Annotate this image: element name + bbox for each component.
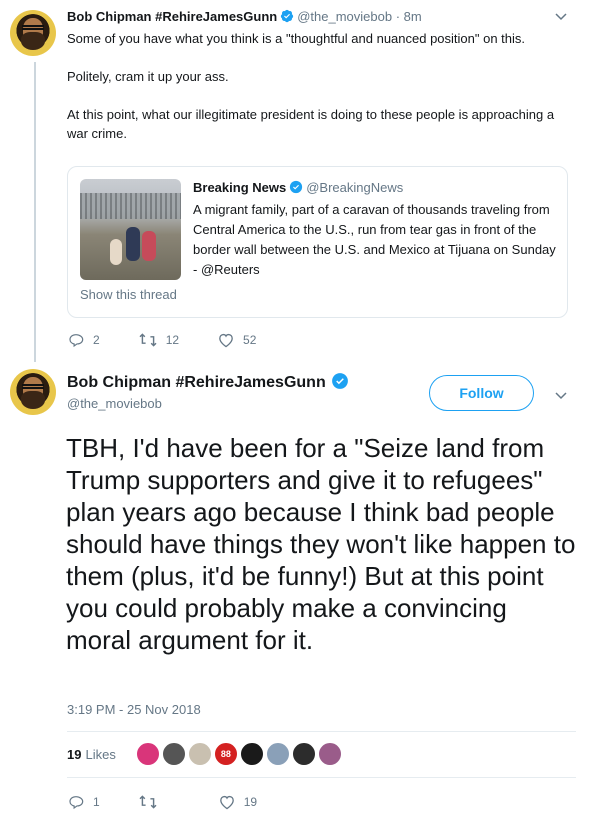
verified-badge-icon	[331, 373, 348, 389]
divider	[67, 731, 576, 732]
author-name[interactable]: Bob Chipman #RehireJamesGunn	[67, 374, 326, 391]
liker-avatar[interactable]	[239, 742, 264, 766]
verified-badge-icon	[281, 9, 294, 23]
author-name-row: Bob Chipman #RehireJamesGunn	[67, 372, 352, 392]
reply-button[interactable]: 2	[67, 332, 100, 348]
retweet-icon	[139, 795, 157, 809]
chevron-down-icon[interactable]	[555, 10, 567, 24]
quoted-tweet-text: A migrant family, part of a caravan of t…	[193, 202, 556, 277]
author-handle[interactable]: @the_moviebob	[297, 9, 392, 24]
chevron-down-icon[interactable]	[555, 389, 567, 403]
likes-label[interactable]: Likes	[85, 747, 115, 762]
reply-icon	[69, 796, 84, 810]
like-icon	[219, 333, 233, 348]
quoted-tweet-image[interactable]	[80, 179, 181, 280]
like-button[interactable]: 19	[218, 794, 257, 810]
liker-avatar[interactable]: 88	[213, 742, 238, 766]
thread-line	[34, 62, 36, 362]
reply-icon	[69, 334, 84, 348]
like-button[interactable]: 52	[217, 332, 256, 348]
quoted-author: Breaking News @BreakingNews	[193, 180, 403, 195]
show-thread-link[interactable]: Show this thread	[80, 287, 177, 302]
avatar[interactable]	[10, 369, 56, 415]
reply-count: 1	[93, 795, 100, 809]
liker-avatar[interactable]	[317, 742, 342, 766]
liker-avatar[interactable]	[265, 742, 290, 766]
liker-avatar[interactable]	[135, 742, 160, 766]
liker-avatar[interactable]	[161, 742, 186, 766]
quoted-author-handle[interactable]: @BreakingNews	[306, 180, 403, 195]
avatar[interactable]	[10, 10, 56, 56]
tweet-text: Some of you have what you think is a "th…	[67, 29, 567, 162]
like-count: 19	[243, 795, 258, 809]
author-name[interactable]: Bob Chipman #RehireJamesGunn	[67, 9, 277, 24]
like-icon	[219, 795, 234, 810]
tweet-paragraph: Politely, cram it up your ass.	[67, 69, 229, 84]
retweet-icon	[139, 333, 157, 347]
follow-button[interactable]: Follow	[429, 375, 534, 411]
reply-count: 2	[93, 333, 100, 347]
quoted-tweet[interactable]: Breaking News @BreakingNews A migrant fam…	[67, 166, 568, 318]
tweet-timestamp[interactable]: 3:19 PM - 25 Nov 2018	[67, 702, 201, 717]
quoted-author-name[interactable]: Breaking News	[193, 180, 286, 195]
liker-avatar[interactable]	[291, 742, 316, 766]
liker-avatars: 88	[135, 742, 344, 766]
likes-count[interactable]: 19	[67, 747, 81, 762]
tweet-paragraph: Some of you have what you think is a "th…	[67, 31, 526, 46]
liker-avatar[interactable]	[187, 742, 212, 766]
divider	[67, 777, 576, 778]
tweet-actions: 2 12 52	[67, 332, 294, 348]
tweet-paragraph: At this point, what our illegitimate pre…	[67, 107, 555, 141]
reply-button[interactable]: 1	[67, 794, 100, 810]
author-handle[interactable]: @the_moviebob	[67, 396, 162, 411]
tweet-actions: 1 19	[67, 794, 295, 810]
retweet-count: 12	[165, 333, 180, 347]
verified-badge-icon	[290, 180, 303, 194]
like-count: 52	[243, 333, 257, 347]
retweet-button[interactable]: 12	[138, 332, 179, 348]
retweet-button[interactable]	[138, 794, 166, 810]
tweet-text: TBH, I'd have been for a "Seize land fro…	[66, 433, 576, 655]
likes-row: 19 Likes 88	[67, 742, 344, 766]
tweet-header: Bob Chipman #RehireJamesGunn @the_moviebo…	[67, 9, 422, 25]
tweet-time[interactable]: · 8m	[396, 9, 422, 24]
